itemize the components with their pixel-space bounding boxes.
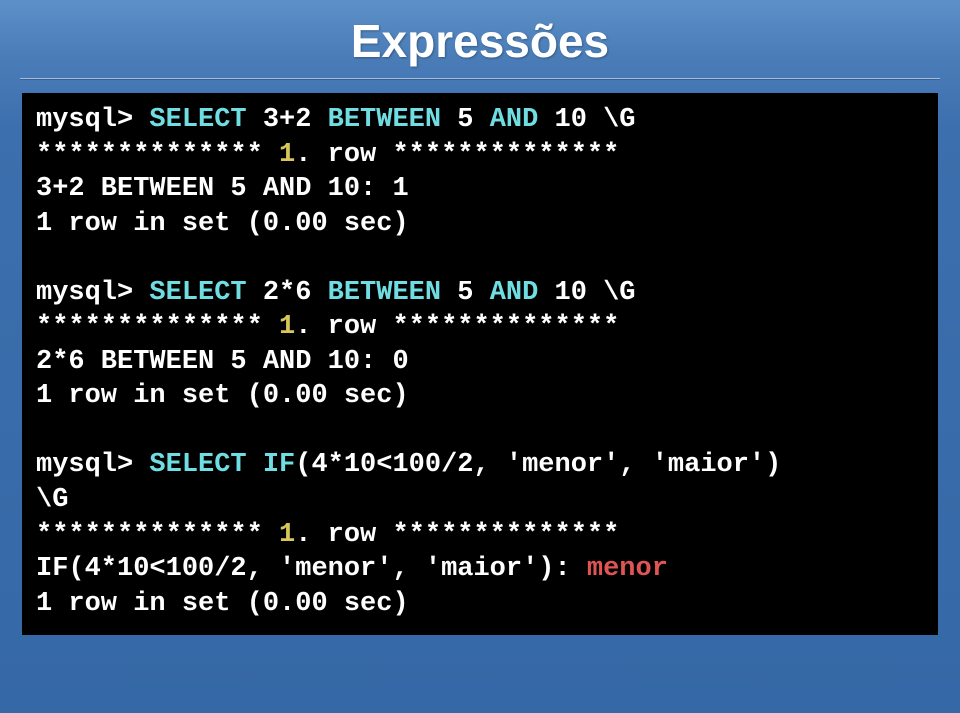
row-l: **************: [36, 520, 263, 550]
row-l: **************: [36, 312, 263, 342]
slide-title: Expressões: [0, 0, 960, 78]
result-line: IF(4*10<100/2, 'menor', 'maior'): menor: [36, 554, 668, 584]
t-line: mysql> SELECT 3+2 BETWEEN 5 AND 10 \G: [36, 105, 636, 135]
expr: 2*6: [263, 278, 312, 308]
row-r: . row **************: [295, 520, 619, 550]
row-v: 1: [279, 312, 295, 342]
prompt: mysql>: [36, 278, 133, 308]
select-kw: SELECT: [149, 105, 246, 135]
row-l: **************: [36, 140, 263, 170]
result-val: menor: [587, 554, 668, 584]
tail: 10 \G: [555, 278, 636, 308]
prompt: mysql>: [36, 105, 133, 135]
t-line: ************** 1. row **************: [36, 312, 619, 342]
footer: 1 row in set (0.00 sec): [36, 381, 409, 411]
between-kw: BETWEEN: [328, 278, 441, 308]
slide: Expressões mysql> SELECT 3+2 BETWEEN 5 A…: [0, 0, 960, 713]
mid: 5: [457, 278, 473, 308]
result-line: 3+2 BETWEEN 5 AND 10: 1: [36, 174, 409, 204]
t-line: mysql> SELECT 2*6 BETWEEN 5 AND 10 \G: [36, 278, 636, 308]
t-line: mysql> SELECT IF(4*10<100/2, 'menor', 'm…: [36, 450, 781, 480]
t-line: ************** 1. row **************: [36, 520, 619, 550]
tail: 10 \G: [555, 105, 636, 135]
result-line: 2*6 BETWEEN 5 AND 10: 0: [36, 347, 409, 377]
row-v: 1: [279, 520, 295, 550]
select-kw: SELECT: [149, 278, 246, 308]
if-kw: IF: [263, 450, 295, 480]
row-v: 1: [279, 140, 295, 170]
row-r: . row **************: [295, 312, 619, 342]
mid: 5: [457, 105, 473, 135]
row-r: . row **************: [295, 140, 619, 170]
expr: 3+2: [263, 105, 312, 135]
terminal-output: mysql> SELECT 3+2 BETWEEN 5 AND 10 \G **…: [22, 93, 938, 635]
footer: 1 row in set (0.00 sec): [36, 589, 409, 619]
title-divider: [20, 78, 940, 79]
footer: 1 row in set (0.00 sec): [36, 209, 409, 239]
t-line: ************** 1. row **************: [36, 140, 619, 170]
select-kw: SELECT: [149, 450, 246, 480]
result-pre: IF(4*10<100/2, 'menor', 'maior'):: [36, 554, 587, 584]
and-kw: AND: [490, 278, 539, 308]
tail2: \G: [36, 485, 68, 515]
prompt: mysql>: [36, 450, 133, 480]
between-kw: BETWEEN: [328, 105, 441, 135]
if-args: (4*10<100/2, 'menor', 'maior'): [295, 450, 781, 480]
and-kw: AND: [490, 105, 539, 135]
